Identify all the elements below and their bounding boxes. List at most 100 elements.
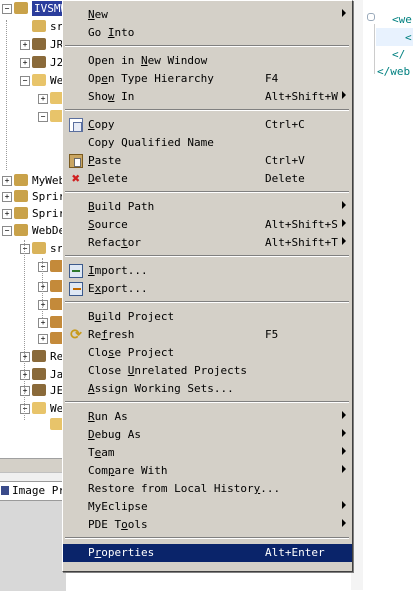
menu-separator xyxy=(65,45,349,47)
menu-item-label: Debug As xyxy=(88,428,141,441)
tree-item[interactable]: + xyxy=(0,296,66,314)
menu-item-assign-working-sets[interactable]: Assign Working Sets... xyxy=(63,380,352,398)
menu-item-refactor[interactable]: Refactor Alt+Shift+T xyxy=(63,234,352,252)
expand-icon[interactable]: + xyxy=(20,386,30,396)
menu-item-show-in[interactable]: Show In Alt+Shift+W xyxy=(63,88,352,106)
collapse-icon[interactable]: − xyxy=(20,404,30,414)
expand-icon[interactable]: + xyxy=(20,352,30,362)
tree-item[interactable]: − xyxy=(0,108,66,126)
expand-icon[interactable]: + xyxy=(38,318,48,328)
tree-item[interactable]: sr xyxy=(0,18,66,36)
menu-item-debug-as[interactable]: Debug As xyxy=(63,426,352,444)
menu-item-refresh[interactable]: ⟳ Refresh F5 xyxy=(63,326,352,344)
menu-item-build-project[interactable]: Build Project xyxy=(63,308,352,326)
tree-item[interactable]: − sr xyxy=(0,240,66,258)
collapse-icon[interactable]: − xyxy=(2,226,12,236)
menu-item-export[interactable]: Export... xyxy=(63,280,352,298)
tree-item[interactable]: + xyxy=(0,330,66,348)
tree-item[interactable]: − IVSMW xyxy=(0,0,66,18)
tree-item[interactable]: + xyxy=(0,90,66,108)
menu-item-myeclipse[interactable]: MyEclipse xyxy=(63,498,352,516)
menu-item-go-into[interactable]: Go Into xyxy=(63,24,352,42)
menu-item-shortcut: Alt+Shift+S xyxy=(265,218,338,231)
menu-item-label: PDE Tools xyxy=(88,518,148,531)
library-icon xyxy=(32,368,46,380)
menu-item-open-in-new-window[interactable]: Open in New Window xyxy=(63,52,352,70)
collapse-icon[interactable]: − xyxy=(20,244,30,254)
expand-icon[interactable]: + xyxy=(38,300,48,310)
menu-separator xyxy=(65,109,349,111)
submenu-arrow-icon xyxy=(342,201,346,209)
menu-item-restore-from-local-history[interactable]: Restore from Local History... xyxy=(63,480,352,498)
menu-item-close-project[interactable]: Close Project xyxy=(63,344,352,362)
project-icon xyxy=(14,224,28,236)
tree-item[interactable]: + Re xyxy=(0,348,66,366)
menu-item-build-path[interactable]: Build Path xyxy=(63,198,352,216)
menu-item-open-type-hierarchy[interactable]: Open Type Hierarchy F4 xyxy=(63,70,352,88)
tree-item[interactable]: + Sprir xyxy=(0,205,66,223)
menu-item-shortcut: Alt+Shift+W xyxy=(265,90,338,103)
tree-item-label: IVSMW xyxy=(32,1,66,16)
tree-guide-line xyxy=(24,240,25,420)
menu-item-label: Paste xyxy=(88,154,122,167)
menu-item-label: Compare With xyxy=(88,464,168,477)
menu-item-import[interactable]: Import... xyxy=(63,262,352,280)
menu-item-label: Properties xyxy=(88,546,155,559)
tree-item[interactable]: − xyxy=(0,258,66,276)
expand-icon[interactable]: + xyxy=(2,192,12,202)
menu-item-close-unrelated-projects[interactable]: Close Unrelated Projects xyxy=(63,362,352,380)
expand-icon[interactable]: + xyxy=(2,176,12,186)
menu-item-paste[interactable]: Paste Ctrl+V xyxy=(63,152,352,170)
tree-item[interactable]: − We xyxy=(0,72,66,90)
expand-icon[interactable]: + xyxy=(2,209,12,219)
tree-item[interactable]: + xyxy=(0,278,66,296)
collapse-icon[interactable]: − xyxy=(38,262,48,272)
menu-item-label: MyEclipse xyxy=(88,500,148,513)
menu-item-label: Restore from Local History... xyxy=(88,482,281,495)
menu-item-copy-qualified-name[interactable]: Copy Qualified Name xyxy=(63,134,352,152)
tree-horizontal-scrollbar[interactable] xyxy=(0,458,66,473)
menu-item-team[interactable]: Team xyxy=(63,444,352,462)
library-icon xyxy=(32,384,46,396)
expand-icon[interactable]: + xyxy=(20,40,30,50)
menu-item-new[interactable]: New xyxy=(63,6,352,24)
tree-item[interactable]: + Sprir xyxy=(0,188,66,206)
fold-toggle-icon[interactable] xyxy=(367,13,375,21)
menu-item-copy[interactable]: Copy Ctrl+C xyxy=(63,116,352,134)
tree-item[interactable]: + JE xyxy=(0,382,66,400)
collapse-icon[interactable]: − xyxy=(20,76,30,86)
tree-item-label: MyWeb xyxy=(32,174,66,187)
submenu-arrow-icon xyxy=(342,411,346,419)
menu-item-delete[interactable]: ✖ Delete Delete xyxy=(63,170,352,188)
menu-separator xyxy=(65,537,349,539)
expand-icon[interactable]: + xyxy=(20,370,30,380)
expand-icon[interactable]: + xyxy=(38,94,48,104)
tree-item[interactable] xyxy=(0,416,66,434)
fold-guide xyxy=(374,24,375,74)
image-preview-icon xyxy=(1,486,9,495)
expand-icon[interactable]: + xyxy=(38,334,48,344)
submenu-arrow-icon xyxy=(342,465,346,473)
collapse-icon[interactable]: − xyxy=(2,4,12,14)
menu-item-properties[interactable]: Properties Alt+Enter xyxy=(63,544,352,562)
tree-item[interactable]: + J2 xyxy=(0,54,66,72)
tree-item[interactable] xyxy=(0,126,66,144)
expand-icon[interactable]: + xyxy=(38,282,48,292)
menu-item-source[interactable]: Source Alt+Shift+S xyxy=(63,216,352,234)
tree-guide-line xyxy=(42,258,43,318)
menu-item-run-as[interactable]: Run As xyxy=(63,408,352,426)
code-line: <we xyxy=(392,13,412,26)
tree-item[interactable]: − WebDe xyxy=(0,222,66,240)
collapse-icon[interactable]: − xyxy=(38,112,48,122)
delete-icon: ✖ xyxy=(71,171,81,187)
menu-item-label: Source xyxy=(88,218,128,231)
menu-item-pde-tools[interactable]: PDE Tools xyxy=(63,516,352,534)
tree-item[interactable]: + JR xyxy=(0,36,66,54)
tab-image-preview[interactable]: Image Pro xyxy=(0,481,72,501)
project-icon xyxy=(14,2,28,14)
menu-item-label: Delete xyxy=(88,172,128,185)
menu-item-compare-with[interactable]: Compare With xyxy=(63,462,352,480)
menu-item-label: Show In xyxy=(88,90,135,103)
expand-icon[interactable]: + xyxy=(20,58,30,68)
paste-icon xyxy=(69,154,83,168)
